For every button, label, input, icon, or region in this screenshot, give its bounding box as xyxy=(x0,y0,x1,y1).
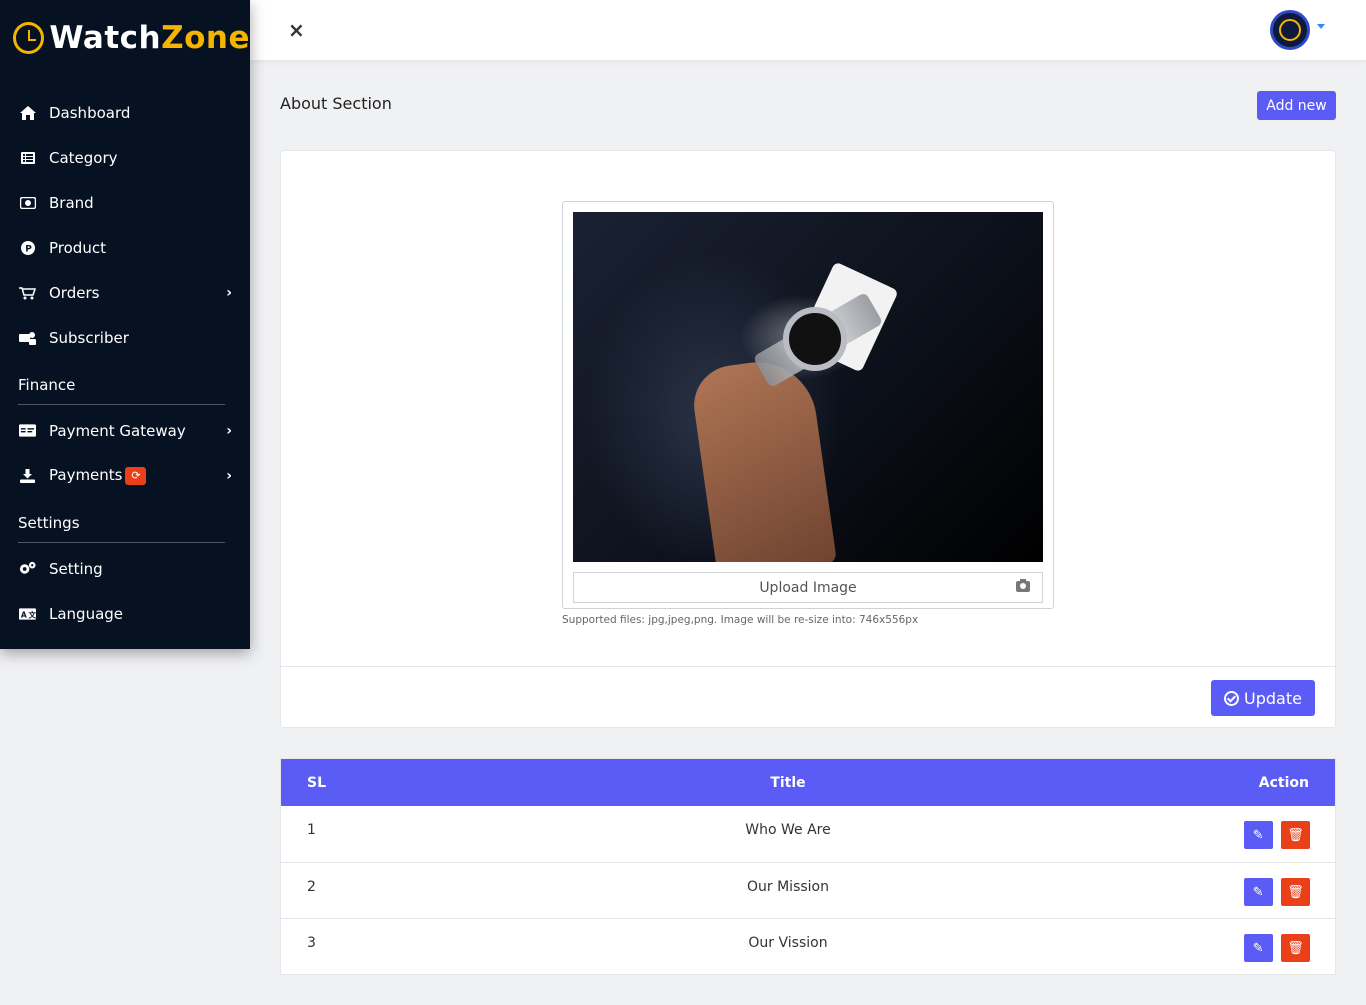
image-preview xyxy=(573,212,1043,562)
section-label: Settings xyxy=(18,514,80,532)
check-circle-icon xyxy=(1224,690,1240,706)
about-items-table: SL Title Action 1 Who We Are ✎ 🗑 2 Our M… xyxy=(280,758,1336,975)
row-sl: 3 xyxy=(307,934,316,951)
credit-card-icon xyxy=(19,422,36,439)
row-sl: 2 xyxy=(307,878,316,895)
clock-logo-icon xyxy=(13,21,45,54)
sidebar-item-dashboard[interactable]: Dashboard xyxy=(0,90,250,135)
sidebar-item-label: Subscriber xyxy=(49,328,129,347)
edit-button[interactable]: ✎ xyxy=(1243,821,1273,849)
supported-files-hint: Supported files: jpg,jpeg,png. Image wil… xyxy=(562,614,919,626)
sidebar-item-label: Orders xyxy=(49,283,100,302)
delete-button[interactable]: 🗑 xyxy=(1281,821,1310,849)
trash-icon: 🗑 xyxy=(1287,939,1304,955)
sidebar-item-orders[interactable]: Orders › xyxy=(0,270,250,315)
column-header-title: Title xyxy=(770,774,806,791)
chevron-right-icon: › xyxy=(226,467,232,484)
sidebar-item-payment-gateway[interactable]: Payment Gateway › xyxy=(0,408,250,453)
chevron-down-icon[interactable] xyxy=(1317,24,1325,29)
camera-icon xyxy=(1016,579,1030,592)
delete-button[interactable]: 🗑 xyxy=(1281,877,1310,906)
update-button[interactable]: Update xyxy=(1211,680,1315,716)
sidebar-item-subscriber[interactable]: Subscriber xyxy=(0,315,250,360)
brand-name: WatchZone xyxy=(49,19,250,56)
section-label: Finance xyxy=(18,376,76,394)
brand[interactable]: WatchZone xyxy=(0,0,250,75)
pencil-icon: ✎ xyxy=(1252,827,1264,842)
row-actions: ✎ 🗑 xyxy=(1175,862,1335,918)
preview-watch xyxy=(783,307,847,371)
home-icon xyxy=(19,104,36,121)
sidebar-item-product[interactable]: P Product xyxy=(0,225,250,270)
delete-button[interactable]: 🗑 xyxy=(1281,933,1310,962)
subscriber-icon xyxy=(19,329,36,346)
language-icon: A文 xyxy=(19,605,36,622)
sidebar-item-label: Product xyxy=(49,238,106,257)
row-actions: ✎ 🗑 xyxy=(1175,806,1335,862)
row-actions: ✎ 🗑 xyxy=(1175,918,1335,974)
row-title: Who We Are xyxy=(745,822,831,838)
trash-icon: 🗑 xyxy=(1287,883,1304,899)
list-icon xyxy=(19,149,36,166)
about-image-card: Upload Image Supported files: jpg,jpeg,p… xyxy=(280,150,1336,728)
topbar: × xyxy=(250,0,1366,60)
update-label: Update xyxy=(1244,688,1302,708)
sidebar-item-brand[interactable]: Brand xyxy=(0,180,250,225)
chevron-right-icon: › xyxy=(226,284,232,301)
product-icon: P xyxy=(19,239,36,256)
svg-text:文: 文 xyxy=(28,609,36,619)
page-title: About Section xyxy=(280,94,392,113)
sidebar-item-setting[interactable]: Setting xyxy=(0,546,250,591)
section-divider xyxy=(18,404,225,405)
gears-icon xyxy=(19,560,36,577)
edit-button[interactable]: ✎ xyxy=(1243,877,1273,906)
brand-icon xyxy=(19,194,36,211)
sidebar-item-label: Category xyxy=(49,148,118,167)
table-row: 2 Our Mission ✎ 🗑 xyxy=(281,862,1335,918)
pencil-icon: ✎ xyxy=(1252,939,1264,955)
row-sl: 1 xyxy=(307,822,316,838)
avatar[interactable] xyxy=(1270,10,1310,50)
section-divider xyxy=(18,542,225,543)
sidebar: WatchZone Dashboard Category Brand P Pro… xyxy=(0,0,250,649)
table-row: 1 Who We Are ✎ 🗑 xyxy=(281,806,1335,862)
sidebar-item-label: Payments ⟳ xyxy=(49,466,226,485)
sidebar-item-label: Payment Gateway xyxy=(49,421,186,440)
table-header-row: SL Title Action xyxy=(281,759,1335,806)
column-header-sl: SL xyxy=(307,774,327,791)
sidebar-item-label: Setting xyxy=(49,559,103,578)
sidebar-item-language[interactable]: A文 Language xyxy=(0,591,250,636)
trash-icon: 🗑 xyxy=(1287,827,1304,842)
avatar-logo xyxy=(1279,19,1301,41)
row-title: Our Mission xyxy=(747,878,829,895)
close-icon[interactable]: × xyxy=(288,18,305,42)
sidebar-item-label: Brand xyxy=(49,193,94,212)
image-upload-box: Upload Image xyxy=(562,201,1054,609)
sidebar-item-label: Dashboard xyxy=(49,103,131,122)
column-header-action: Action xyxy=(1258,774,1309,791)
add-new-button[interactable]: Add new xyxy=(1257,91,1336,120)
pencil-icon: ✎ xyxy=(1252,883,1264,899)
sidebar-section-finance: Finance xyxy=(0,360,250,408)
edit-button[interactable]: ✎ xyxy=(1243,933,1273,962)
preview-hand xyxy=(688,354,838,562)
table-row: 3 Our Vission ✎ 🗑 xyxy=(281,918,1335,974)
card-footer-divider xyxy=(281,666,1335,667)
sidebar-item-category[interactable]: Category xyxy=(0,135,250,180)
sidebar-item-label: Language xyxy=(49,604,124,623)
upload-image-field[interactable]: Upload Image xyxy=(573,572,1043,603)
row-title: Our Vission xyxy=(748,934,828,951)
sidebar-section-settings: Settings xyxy=(0,498,250,546)
sidebar-nav: Dashboard Category Brand P Product Order… xyxy=(0,90,250,636)
cart-icon xyxy=(19,284,36,301)
svg-text:P: P xyxy=(25,244,32,254)
download-icon xyxy=(19,467,36,484)
payments-badge: ⟳ xyxy=(125,466,147,485)
chevron-right-icon: › xyxy=(226,422,232,439)
sidebar-item-payments[interactable]: Payments ⟳ › xyxy=(0,453,250,498)
upload-image-label: Upload Image xyxy=(759,579,857,596)
svg-text:A: A xyxy=(21,610,27,619)
